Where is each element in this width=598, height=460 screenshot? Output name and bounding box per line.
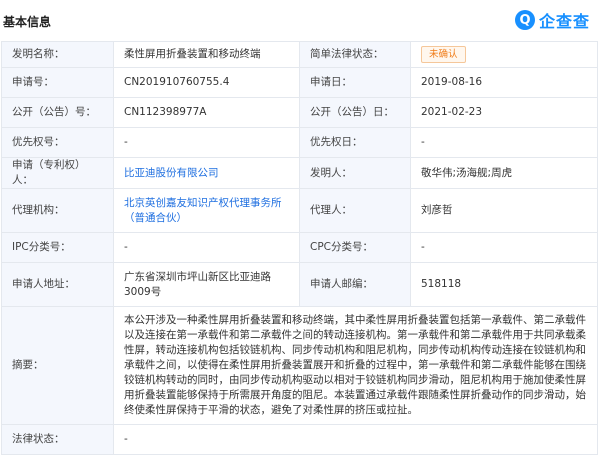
section-header: 基本信息 Q 企查查 xyxy=(0,0,598,40)
qichacha-logo-icon: Q xyxy=(514,10,535,30)
section-title: 基本信息 xyxy=(3,15,52,29)
table-row: 法律状态： - xyxy=(1,424,598,455)
qichacha-logo-text: 企查查 xyxy=(538,12,590,31)
field-label: 公开（公告）号： xyxy=(1,97,114,128)
table-row: 摘要： 本公开涉及一种柔性屏用折叠装置和移动终端，其中柔性屏用折叠装置包括第一承… xyxy=(1,306,598,425)
field-label: 发明人： xyxy=(299,157,411,189)
field-label: 申请（专利权）人： xyxy=(1,157,114,189)
application-number: CN201910760755.4 xyxy=(113,67,300,98)
publication-number: CN112398977A xyxy=(113,97,300,128)
field-label: 申请人邮编： xyxy=(299,262,411,307)
table-row: 公开（公告）号： CN112398977A 公开（公告）日： 2021-02-2… xyxy=(1,97,598,128)
table-row: 申请人地址： 广东省深圳市坪山新区比亚迪路3009号 申请人邮编： 518118 xyxy=(1,262,598,307)
table-row: 申请号： CN201910760755.4 申请日： 2019-08-16 xyxy=(1,67,598,98)
table-row: 发明名称： 柔性屏用折叠装置和移动终端 简单法律状态： 未确认 xyxy=(1,41,598,68)
field-label: IPC分类号： xyxy=(1,232,114,263)
applicant-postcode: 518118 xyxy=(410,262,598,307)
applicant-link[interactable]: 比亚迪股份有限公司 xyxy=(124,167,219,179)
inventors: 敬华伟;汤海舰;周虎 xyxy=(410,157,598,189)
ipc-class: - xyxy=(113,232,300,263)
legal-status: - xyxy=(113,424,598,455)
field-label: 优先权号： xyxy=(1,127,114,158)
cpc-class: - xyxy=(410,232,598,263)
field-label: 申请人地址： xyxy=(1,262,114,307)
field-label: 法律状态： xyxy=(1,424,114,455)
applicant-address: 广东省深圳市坪山新区比亚迪路3009号 xyxy=(113,262,300,307)
table-row: 代理机构： 北京英创嘉友知识产权代理事务所（普通合伙） 代理人： 刘彦哲 xyxy=(1,188,598,233)
field-label: 申请日： xyxy=(299,67,411,98)
field-label: CPC分类号： xyxy=(299,232,411,263)
field-label: 摘要： xyxy=(1,306,114,425)
invention-name: 柔性屏用折叠装置和移动终端 xyxy=(113,41,300,68)
qichacha-logo[interactable]: Q 企查查 xyxy=(514,8,590,32)
field-label: 公开（公告）日： xyxy=(299,97,411,128)
agency-link[interactable]: 北京英创嘉友知识产权代理事务所（普通合伙） xyxy=(124,197,282,224)
abstract-text: 本公开涉及一种柔性屏用折叠装置和移动终端，其中柔性屏用折叠装置包括第一承载件、第… xyxy=(113,306,598,425)
table-row: 优先权号： - 优先权日： - xyxy=(1,127,598,158)
field-label: 代理机构： xyxy=(1,188,114,233)
field-label: 发明名称： xyxy=(1,41,114,68)
priority-date: - xyxy=(410,127,598,158)
field-label: 代理人： xyxy=(299,188,411,233)
table-row: IPC分类号： - CPC分类号： - xyxy=(1,232,598,263)
agent: 刘彦哲 xyxy=(410,188,598,233)
priority-number: - xyxy=(113,127,300,158)
application-date: 2019-08-16 xyxy=(410,67,598,98)
legal-status-badge: 未确认 xyxy=(421,46,466,63)
field-label: 优先权日： xyxy=(299,127,411,158)
publication-date: 2021-02-23 xyxy=(410,97,598,128)
field-label: 简单法律状态： xyxy=(299,41,411,68)
patent-info-table: 发明名称： 柔性屏用折叠装置和移动终端 简单法律状态： 未确认 申请号： CN2… xyxy=(1,41,598,455)
field-label: 申请号： xyxy=(1,67,114,98)
table-row: 申请（专利权）人： 比亚迪股份有限公司 发明人： 敬华伟;汤海舰;周虎 xyxy=(1,157,598,189)
